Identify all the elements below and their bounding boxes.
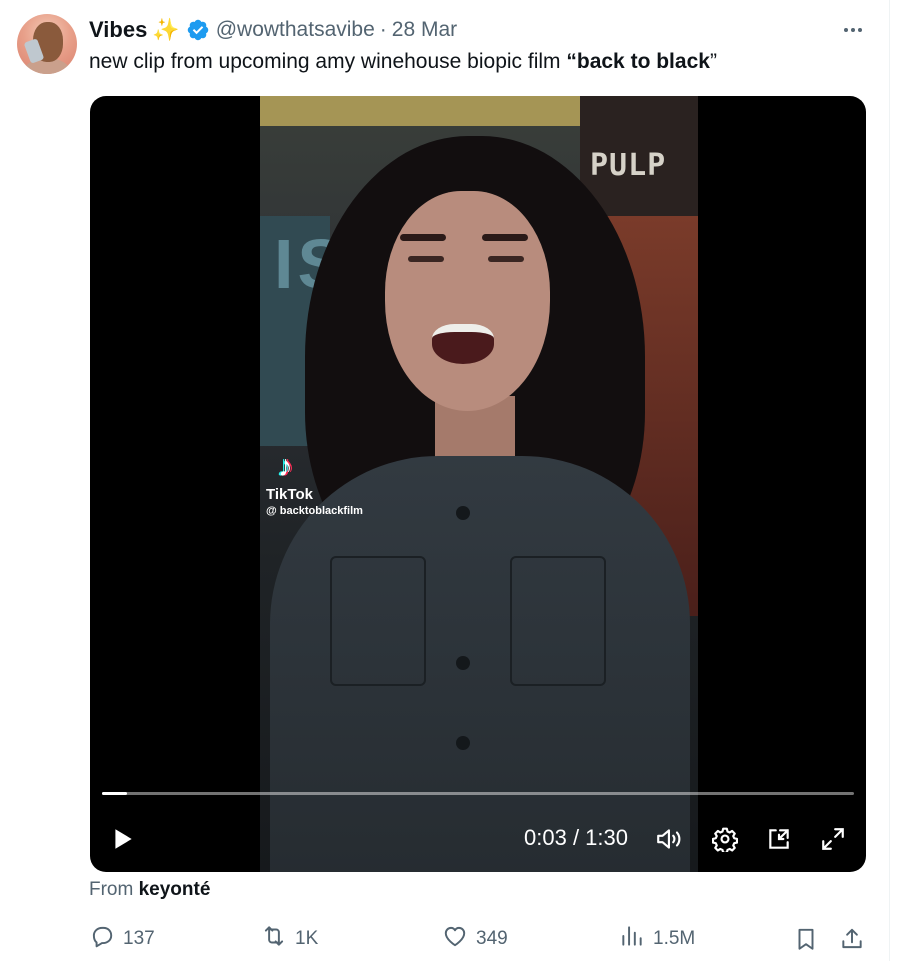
shirt-button — [456, 736, 470, 750]
tiktok-brand: TikTok — [266, 486, 313, 503]
current-time: 0:03 — [524, 825, 567, 850]
video-time: 0:03 / 1:30 — [524, 825, 628, 851]
timeline-border — [889, 0, 890, 961]
video-player[interactable]: PULP IS ♪ TikTok @ backtoblackfilm 0:03 … — [90, 96, 866, 872]
shirt-button — [456, 656, 470, 670]
pip-icon[interactable] — [764, 824, 794, 854]
like-count: 349 — [476, 928, 508, 949]
header-separator: · — [379, 18, 387, 41]
like-button[interactable]: 349 — [442, 922, 508, 956]
reply-count: 137 — [123, 928, 155, 949]
background-poster — [260, 96, 580, 126]
like-icon — [442, 923, 468, 955]
author-name[interactable]: Vibes — [89, 17, 147, 43]
tiktok-watermark: ♪ TikTok @ backtoblackfilm — [266, 450, 363, 518]
tiktok-logo-icon: ♪ — [278, 450, 293, 483]
person-face — [385, 191, 550, 411]
video-duration: 1:30 — [585, 825, 628, 850]
more-icon[interactable] — [838, 18, 868, 42]
tweet-date[interactable]: 28 Mar — [392, 18, 457, 42]
sparkle-emoji: ✨ — [152, 17, 180, 42]
shirt-button — [456, 506, 470, 520]
volume-icon[interactable] — [654, 824, 686, 854]
shirt-pocket — [510, 556, 606, 686]
tweet-close-quote: ” — [709, 50, 717, 73]
video-progress-bar[interactable] — [102, 792, 854, 795]
tweet-text-bold: back to black — [576, 50, 710, 73]
person-mouth — [432, 324, 494, 364]
views-button[interactable]: 1.5M — [619, 922, 695, 956]
person-brow — [400, 234, 446, 241]
tweet-text: new clip from upcoming amy winehouse bio… — [89, 48, 717, 76]
attribution-prefix: From — [89, 879, 134, 900]
tiktok-handle: @ backtoblackfilm — [266, 505, 363, 517]
poster-text: PULP — [590, 148, 667, 183]
fullscreen-icon[interactable] — [818, 824, 848, 854]
repost-icon — [261, 923, 287, 955]
tweet-actions: 137 1K 349 1.5M — [89, 922, 869, 956]
bookmark-icon[interactable] — [793, 922, 819, 956]
repost-button[interactable]: 1K — [261, 922, 318, 956]
shirt-pocket — [330, 556, 426, 686]
share-icon[interactable] — [839, 922, 865, 956]
views-count: 1.5M — [653, 928, 696, 949]
repost-count: 1K — [295, 928, 319, 949]
reply-button[interactable]: 137 — [89, 922, 155, 956]
play-icon[interactable] — [108, 824, 138, 854]
views-icon — [619, 923, 645, 955]
tweet-open-quote: “ — [566, 50, 577, 73]
author-handle[interactable]: @wowthatsavibe — [216, 18, 375, 42]
author-avatar[interactable] — [17, 14, 77, 74]
settings-gear-icon[interactable] — [710, 824, 740, 854]
person-brow — [482, 234, 528, 241]
tweet-header: Vibes ✨ @wowthatsavibe · 28 Mar — [89, 15, 457, 45]
tweet-text-plain: new clip from upcoming amy winehouse bio… — [89, 50, 567, 73]
video-attribution: From keyonté — [89, 879, 210, 901]
person-eye — [488, 256, 524, 262]
time-separator: / — [566, 825, 586, 850]
person-eye — [408, 256, 444, 262]
video-progress-fill — [102, 792, 127, 795]
attribution-source[interactable]: keyonté — [139, 879, 211, 900]
reply-icon — [89, 923, 115, 955]
verified-badge-icon — [186, 18, 210, 42]
